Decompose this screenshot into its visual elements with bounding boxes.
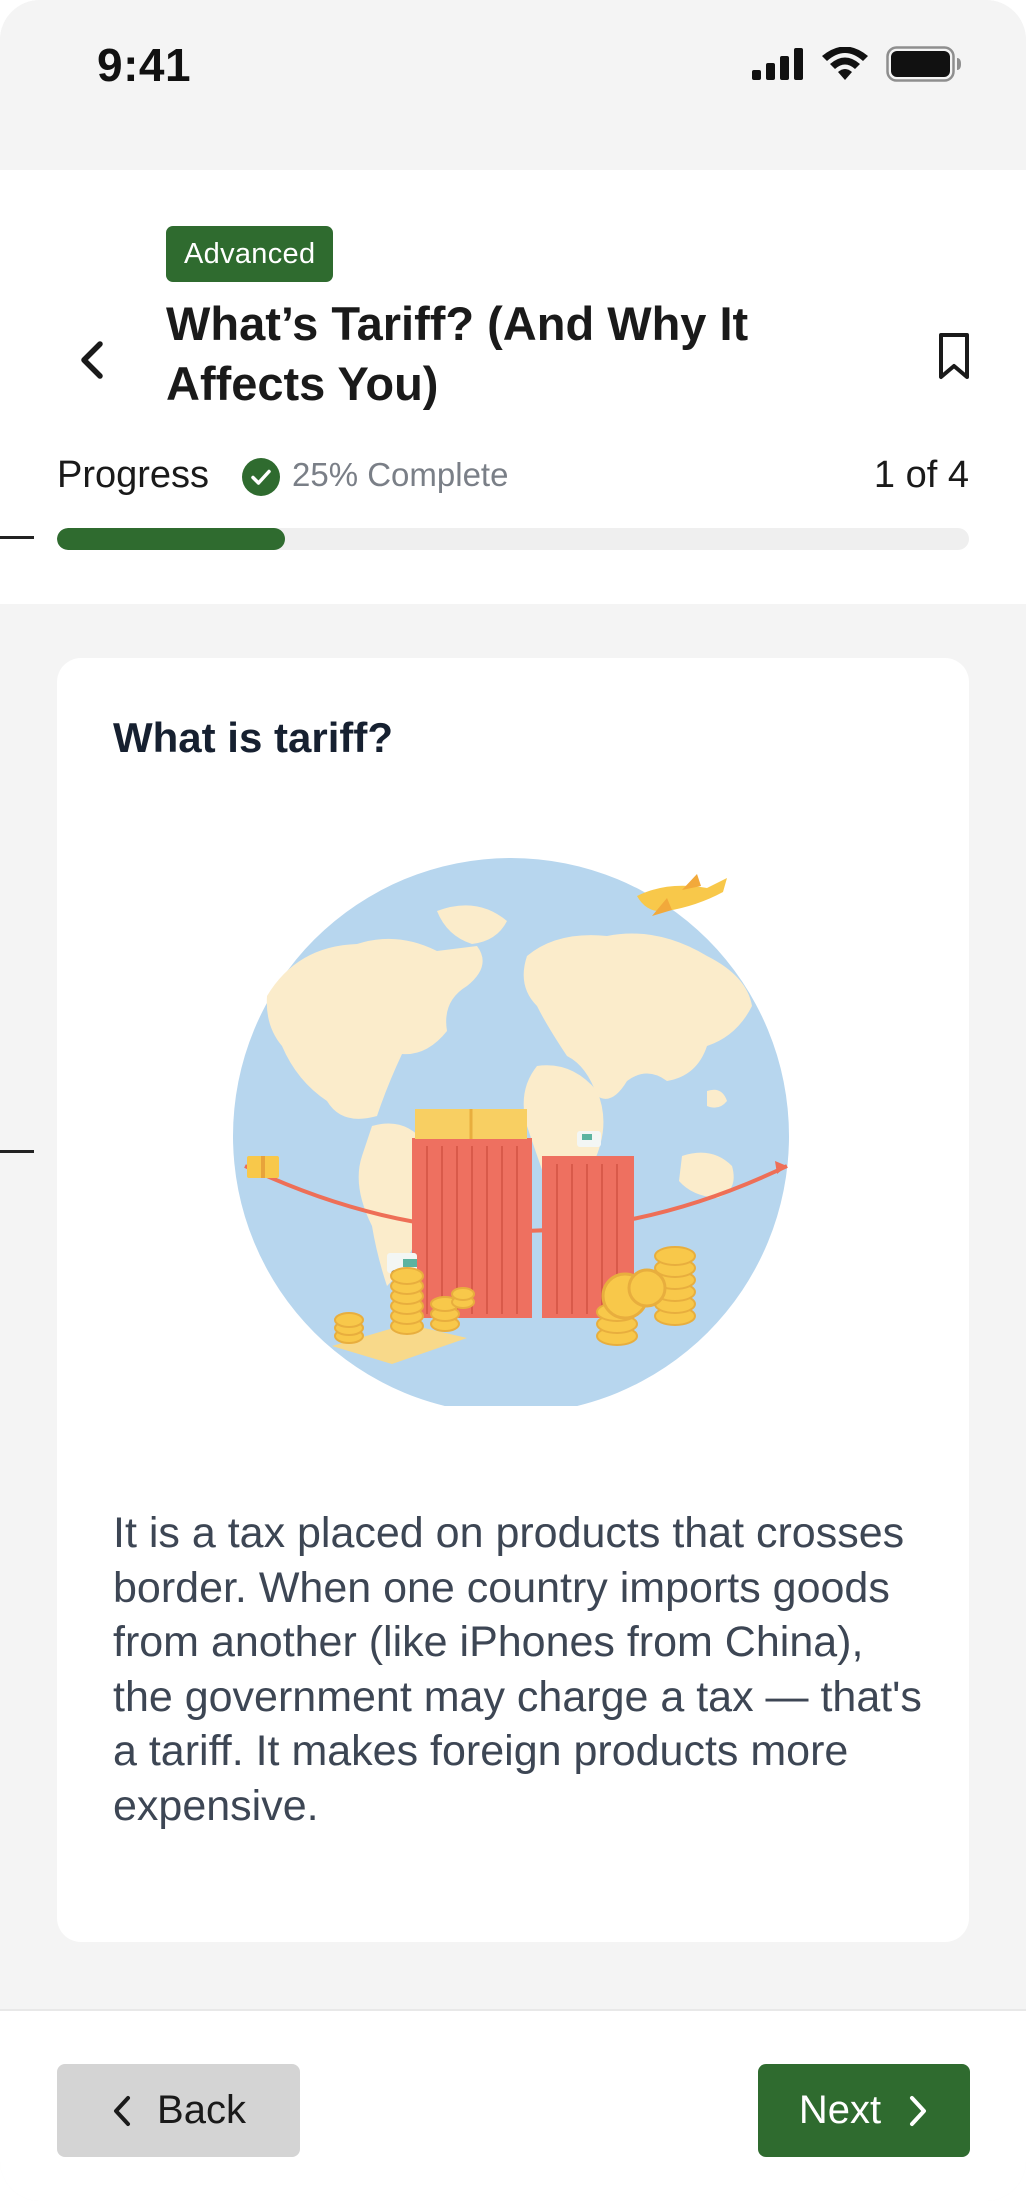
chevron-right-icon [910, 2095, 927, 2126]
card-body-text: It is a tax placed on products that cros… [113, 1509, 922, 1830]
progress-step-count: 1 of 4 [873, 454, 969, 496]
bookmark-icon[interactable] [934, 330, 974, 382]
battery-icon [886, 46, 961, 82]
cellular-signal-icon [752, 48, 803, 80]
wifi-icon [822, 47, 868, 80]
lesson-header: Advanced What’s Tariff? (And Why It Affe… [0, 170, 1026, 604]
progress-percent: 25% Complete [292, 456, 509, 493]
status-bar: 9:41 [0, 0, 1026, 170]
footer-nav: Back Next [0, 2009, 1026, 2201]
phone-screen: 9:41 Advanced What’s Tariff? (And Why It… [0, 0, 1026, 2201]
progress-bar-fill [57, 528, 285, 550]
globe-trade-illustration [233, 858, 789, 1406]
edge-marker [0, 1150, 34, 1153]
status-icons [752, 46, 962, 82]
next-button-label: Next [798, 2088, 882, 2132]
chevron-left-icon [114, 2095, 131, 2126]
progress-label: Progress [57, 454, 210, 496]
edge-marker [0, 536, 34, 539]
back-button[interactable]: Back [57, 2064, 300, 2157]
back-button-label: Back [157, 2088, 246, 2132]
status-time: 9:41 [97, 39, 192, 91]
check-circle-icon [242, 458, 280, 496]
lesson-card: What is tariff? It is a tax placed on pr… [57, 658, 969, 1942]
lesson-title: What’s Tariff? (And Why It Affects You) [166, 297, 749, 410]
next-button[interactable]: Next [758, 2064, 970, 2157]
chevron-left-icon[interactable] [72, 330, 112, 390]
level-badge: Advanced [166, 226, 334, 282]
card-title: What is tariff? [113, 714, 393, 761]
progress-bar [57, 528, 969, 550]
